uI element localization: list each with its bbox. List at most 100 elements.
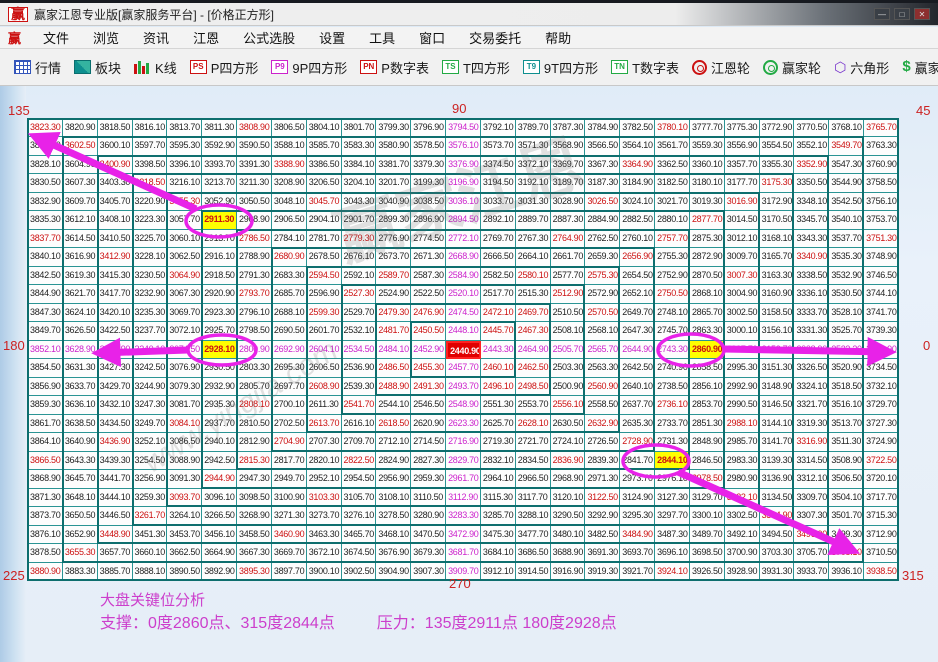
menu-item-1[interactable]: 浏览 [81,26,131,49]
grid-cell: 3758.50 [864,174,899,193]
tool-label: 赢家轮 [782,60,822,76]
grid-cell: 3312.10 [794,470,830,489]
tool-P四方形[interactable]: PS P四方形 [189,58,259,77]
grid-cell: 3808.90 [237,119,272,138]
grid-cell: 3492.10 [724,525,760,545]
grid-cell: 3912.10 [480,562,516,581]
menu-item-7[interactable]: 窗口 [407,26,457,49]
grid-cell: 3014.50 [724,211,760,230]
grid-cell: 3103.30 [306,488,342,508]
grid-cell: 3446.50 [97,507,133,526]
tool-T四方形[interactable]: TS T四方形 [441,58,510,77]
grid-cell: 3268.90 [237,507,272,526]
maximize-button[interactable]: □ [894,8,910,20]
menu-item-2[interactable]: 资讯 [131,26,181,49]
menu-item-0[interactable]: 文件 [31,26,81,49]
grid-cell: 3686.50 [515,544,551,563]
menu-item-3[interactable]: 江恩 [181,26,231,49]
grid-cell: 3662.50 [167,544,203,563]
grid-cell: 3832.90 [28,192,63,212]
tool-label: P四方形 [210,60,259,76]
grid-cell: 2750.50 [655,285,690,304]
grid-cell: 3304.90 [759,507,795,526]
tool-P数字表[interactable]: PN P数字表 [360,58,429,77]
grid-cell: 3823.30 [28,119,63,138]
grid-cell: 3866.50 [28,451,63,471]
grid-cell: 2935.30 [202,396,238,415]
grid-cell: 2700.10 [271,396,307,415]
close-button[interactable]: ✕ [914,8,930,20]
grid-cell: 3158.50 [759,303,795,323]
grid-cell: 2817.70 [271,451,307,471]
grid-cell: 3614.50 [62,229,98,249]
grid-cell: 2709.70 [341,433,377,452]
tool-K线[interactable]: K线 [134,58,177,77]
menu-item-4[interactable]: 公式选股 [231,26,307,49]
grid-cell: 3228.10 [132,248,168,267]
tool-行情[interactable]: 行情 [14,58,61,77]
grid-cell: 3384.10 [341,155,377,175]
grid-cell: 2824.90 [376,451,412,471]
grid-cell: 3648.10 [62,488,98,508]
grid-cell: 3844.90 [28,285,63,304]
grid-cell: 3672.10 [306,544,342,563]
grid-cell: 3403.30 [97,174,133,193]
tool-赢家轮[interactable]: 赢家轮 [763,58,821,77]
tool-label: K线 [155,60,177,76]
tool-板块[interactable]: 板块 [74,58,121,77]
minimize-button[interactable]: — [874,8,890,20]
grid-cell: 2469.70 [515,303,551,323]
grid-cell: 2875.30 [689,229,725,249]
tool-六角形[interactable]: ⬡ 六角形 [834,58,889,77]
grid-cell: 3861.70 [28,414,63,434]
grid-cell: 3319.30 [794,414,830,434]
grid-cell: 3895.30 [237,562,272,581]
grid-cell: 3568.90 [550,137,586,156]
grid-cell: 2791.30 [237,266,272,286]
grid-cell: 2575.30 [585,266,621,286]
grid-cell: 3367.30 [585,155,621,175]
grid-cell: 3048.10 [271,192,307,212]
grid-cell: 3900.10 [306,562,342,581]
grid-cell: 2565.70 [585,340,621,360]
grid-cell: 3110.50 [411,488,447,508]
grid-cell: 3561.70 [655,137,690,156]
grid-cell: 3007.30 [724,266,760,286]
grid-cell: 3885.70 [97,562,133,581]
menu-item-8[interactable]: 交易委托 [457,26,533,49]
grid-cell: 3530.50 [829,285,865,304]
ps-badge-icon: PS [189,60,207,74]
grid-cell: 3427.30 [97,359,133,378]
tool-9T四方形[interactable]: T9 9T四方形 [522,58,598,77]
grid-cell: 2445.70 [480,322,516,341]
grid-cell: 3436.90 [97,433,133,452]
grid-cell: 3120.10 [550,488,586,508]
angle-label-45: 45 [916,103,931,118]
grid-cell: 2901.70 [341,211,377,230]
grid-cell: 3892.90 [202,562,238,581]
grid-cell: 2632.90 [585,414,621,434]
grid-cell: 3873.70 [28,507,63,526]
grid-cell: 3624.10 [62,303,98,323]
grid-cell: 2925.70 [202,322,238,341]
tool-江恩轮[interactable]: 江恩轮 [692,58,750,77]
menu-item-9[interactable]: 帮助 [533,26,583,49]
grid-cell: 3237.70 [132,322,168,341]
grid-cell: 2546.50 [411,396,447,415]
grid-cell: 3364.90 [620,155,656,175]
grid-cell: 2858.50 [689,359,725,378]
grid-cell: 3057.70 [167,211,203,230]
menu-item-5[interactable]: 设置 [307,26,357,49]
tool-9P四方形[interactable]: P9 9P四方形 [271,58,347,77]
grid-cell: 3775.30 [724,119,760,138]
tool-T数字表[interactable]: TN T数字表 [611,58,679,77]
grid-cell: 3408.10 [97,211,133,230]
grid-cell: 2748.10 [655,303,690,323]
grid-cell: 3544.90 [829,174,865,193]
grid-cell: 2920.90 [202,285,238,304]
menu-item-6[interactable]: 工具 [357,26,407,49]
sector-blocks-icon [74,60,92,74]
tool-赢家服务[interactable]: $赢家服务 [902,58,938,77]
grid-cell: 3789.70 [515,119,551,138]
grid-cell: 2836.90 [550,451,586,471]
